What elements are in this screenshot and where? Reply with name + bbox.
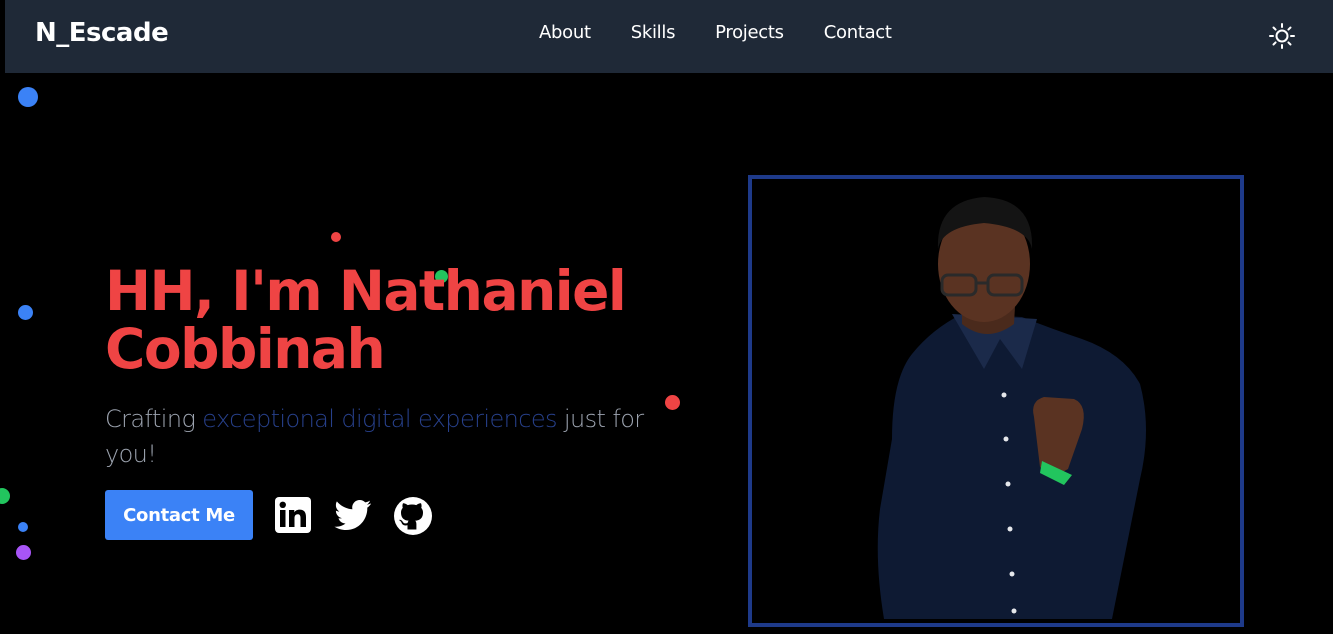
nav-link-projects[interactable]: Projects <box>715 22 784 43</box>
linkedin-icon[interactable] <box>274 496 312 534</box>
hero-subtitle-lead: Crafting <box>105 405 203 433</box>
particle-dot <box>16 545 31 560</box>
nav-link-contact[interactable]: Contact <box>824 22 892 43</box>
nav-link-about[interactable]: About <box>539 22 591 43</box>
particle-dot <box>0 488 10 504</box>
particle-dot <box>665 395 680 410</box>
particle-dot <box>18 522 28 532</box>
contact-me-button[interactable]: Contact Me <box>105 490 253 540</box>
particle-dot <box>331 232 341 242</box>
particle-dot <box>18 305 33 320</box>
twitter-icon[interactable] <box>333 496 371 534</box>
navbar: N_Escade About Skills Projects Contact <box>5 0 1333 73</box>
brand-logo[interactable]: N_Escade <box>35 18 169 48</box>
hero-title: HH, I'm Nathaniel Cobbinah <box>105 259 627 381</box>
particle-dot <box>18 87 38 107</box>
sun-icon[interactable] <box>1268 22 1296 50</box>
hero-subtitle-accent: exceptional digital experiences <box>202 405 557 433</box>
nav-links: About Skills Projects Contact <box>539 22 932 43</box>
github-icon[interactable] <box>393 496 432 535</box>
profile-photo <box>877 197 1146 619</box>
nav-link-skills[interactable]: Skills <box>631 22 676 43</box>
profile-photo-frame <box>748 175 1244 627</box>
hero-subtitle: Crafting exceptional digital experiences… <box>105 402 645 472</box>
